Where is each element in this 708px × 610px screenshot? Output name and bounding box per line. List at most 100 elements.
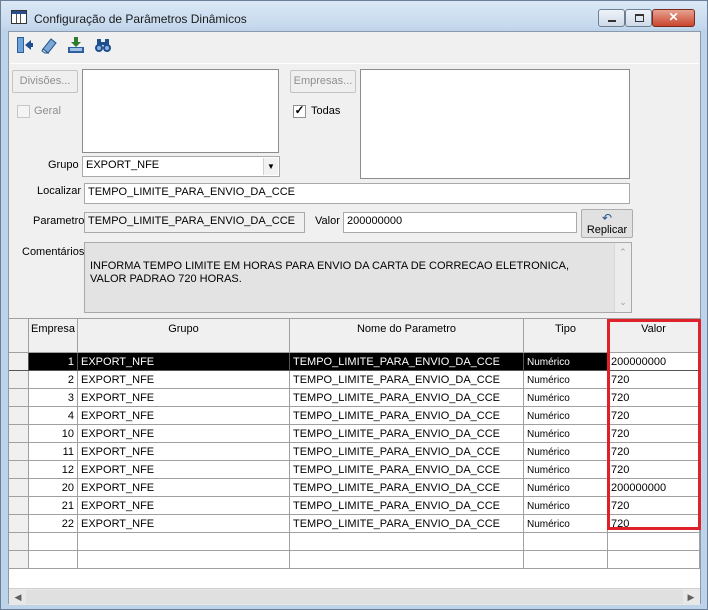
cell-grupo[interactable]: [78, 551, 290, 569]
cell-nome[interactable]: TEMPO_LIMITE_PARA_ENVIO_DA_CCE: [290, 443, 524, 461]
cell-nome[interactable]: [290, 551, 524, 569]
cell-empresa[interactable]: 2: [29, 371, 78, 389]
cell-empresa[interactable]: 12: [29, 461, 78, 479]
parametro-field: TEMPO_LIMITE_PARA_ENVIO_DA_CCE: [84, 212, 305, 233]
save-download-icon[interactable]: [64, 35, 88, 59]
cell-nome[interactable]: TEMPO_LIMITE_PARA_ENVIO_DA_CCE: [290, 425, 524, 443]
table-app-icon: [11, 10, 27, 24]
cell-empresa[interactable]: [29, 551, 78, 569]
table-row[interactable]: 20 EXPORT_NFE TEMPO_LIMITE_PARA_ENVIO_DA_C…: [9, 479, 700, 497]
cell-empresa[interactable]: 3: [29, 389, 78, 407]
cell-grupo[interactable]: [78, 533, 290, 551]
chevron-down-icon[interactable]: ▼: [263, 158, 278, 175]
cell-tipo[interactable]: Numérico: [524, 353, 608, 371]
cell-nome[interactable]: TEMPO_LIMITE_PARA_ENVIO_DA_CCE: [290, 371, 524, 389]
cell-grupo[interactable]: EXPORT_NFE: [78, 479, 290, 497]
cell-nome[interactable]: TEMPO_LIMITE_PARA_ENVIO_DA_CCE: [290, 497, 524, 515]
table-row[interactable]: 12 EXPORT_NFE TEMPO_LIMITE_PARA_ENVIO_DA_C…: [9, 461, 700, 479]
divisoes-button[interactable]: Divisões...: [12, 70, 78, 93]
maximize-button[interactable]: [625, 9, 652, 27]
table-row[interactable]: [9, 551, 700, 569]
cell-tipo[interactable]: Numérico: [524, 389, 608, 407]
scroll-down-icon[interactable]: ⌄: [615, 296, 631, 309]
cell-valor[interactable]: [608, 533, 700, 551]
grupo-combo[interactable]: EXPORT_NFE ▼: [82, 156, 280, 177]
valor-input[interactable]: 200000000: [343, 212, 577, 233]
table-row[interactable]: 22 EXPORT_NFE TEMPO_LIMITE_PARA_ENVIO_DA_C…: [9, 515, 700, 533]
cell-nome[interactable]: TEMPO_LIMITE_PARA_ENVIO_DA_CCE: [290, 461, 524, 479]
empresas-button[interactable]: Empresas...: [290, 70, 356, 93]
cell-grupo[interactable]: EXPORT_NFE: [78, 389, 290, 407]
cell-tipo[interactable]: Numérico: [524, 443, 608, 461]
empresas-list[interactable]: [360, 69, 630, 179]
divisoes-list[interactable]: [82, 69, 279, 153]
exit-door-icon[interactable]: [12, 35, 36, 59]
cell-tipo[interactable]: [524, 551, 608, 569]
cell-grupo[interactable]: EXPORT_NFE: [78, 371, 290, 389]
scroll-thumb[interactable]: [26, 590, 683, 604]
cell-nome[interactable]: TEMPO_LIMITE_PARA_ENVIO_DA_CCE: [290, 353, 524, 371]
cell-empresa[interactable]: 21: [29, 497, 78, 515]
cell-tipo[interactable]: Numérico: [524, 515, 608, 533]
scroll-left-icon[interactable]: ◀: [10, 590, 26, 604]
table-row[interactable]: 21 EXPORT_NFE TEMPO_LIMITE_PARA_ENVIO_DA_C…: [9, 497, 700, 515]
cell-empresa[interactable]: 1: [29, 353, 78, 371]
cell-nome[interactable]: TEMPO_LIMITE_PARA_ENVIO_DA_CCE: [290, 479, 524, 497]
table-row[interactable]: 3 EXPORT_NFE TEMPO_LIMITE_PARA_ENVIO_DA_CC…: [9, 389, 700, 407]
memo-scrollbar[interactable]: ⌃ ⌄: [614, 243, 631, 312]
column-header-grupo[interactable]: Grupo: [78, 319, 290, 353]
cell-tipo[interactable]: Numérico: [524, 479, 608, 497]
cell-empresa[interactable]: 22: [29, 515, 78, 533]
cell-grupo[interactable]: EXPORT_NFE: [78, 443, 290, 461]
table-row[interactable]: 10 EXPORT_NFE TEMPO_LIMITE_PARA_ENVIO_DA_C…: [9, 425, 700, 443]
cell-tipo[interactable]: Numérico: [524, 407, 608, 425]
scroll-up-icon[interactable]: ⌃: [615, 246, 631, 259]
todas-checkbox[interactable]: ✓: [293, 103, 306, 118]
cell-grupo[interactable]: EXPORT_NFE: [78, 407, 290, 425]
cell-nome[interactable]: TEMPO_LIMITE_PARA_ENVIO_DA_CCE: [290, 407, 524, 425]
horizontal-scrollbar[interactable]: ◀ ▶: [9, 588, 700, 605]
close-button[interactable]: ✕: [652, 9, 695, 27]
geral-checkbox[interactable]: [17, 105, 30, 118]
eraser-icon[interactable]: [37, 35, 61, 59]
binoculars-search-icon[interactable]: [91, 35, 115, 59]
title-bar[interactable]: Configuração de Parâmetros Dinâmicos ✕: [1, 1, 707, 29]
cell-grupo[interactable]: EXPORT_NFE: [78, 425, 290, 443]
parametros-grid[interactable]: Empresa Grupo Nome do Parametro Tipo Val…: [9, 318, 700, 605]
cell-grupo[interactable]: EXPORT_NFE: [78, 515, 290, 533]
cell-tipo[interactable]: [524, 533, 608, 551]
cell-valor[interactable]: [608, 551, 700, 569]
cell-tipo[interactable]: Numérico: [524, 371, 608, 389]
cell-empresa[interactable]: 10: [29, 425, 78, 443]
toolbar-separator: [10, 63, 699, 64]
column-header-tipo[interactable]: Tipo: [524, 319, 608, 353]
table-row[interactable]: [9, 533, 700, 551]
cell-grupo[interactable]: EXPORT_NFE: [78, 497, 290, 515]
row-indicator: [9, 425, 29, 443]
cell-grupo[interactable]: EXPORT_NFE: [78, 461, 290, 479]
cell-grupo[interactable]: EXPORT_NFE: [78, 353, 290, 371]
scroll-right-icon[interactable]: ▶: [683, 590, 699, 604]
row-indicator: [9, 353, 29, 371]
cell-tipo[interactable]: Numérico: [524, 497, 608, 515]
table-row[interactable]: 2 EXPORT_NFE TEMPO_LIMITE_PARA_ENVIO_DA_CC…: [9, 371, 700, 389]
cell-empresa[interactable]: [29, 533, 78, 551]
comentarios-memo[interactable]: INFORMA TEMPO LIMITE EM HORAS PARA ENVIO…: [84, 242, 632, 313]
minimize-button[interactable]: [598, 9, 625, 27]
cell-nome[interactable]: [290, 533, 524, 551]
cell-tipo[interactable]: Numérico: [524, 461, 608, 479]
cell-nome[interactable]: TEMPO_LIMITE_PARA_ENVIO_DA_CCE: [290, 389, 524, 407]
table-row[interactable]: 11 EXPORT_NFE TEMPO_LIMITE_PARA_ENVIO_DA_C…: [9, 443, 700, 461]
column-header-empresa[interactable]: Empresa: [29, 319, 78, 353]
grid-indicator-header: [9, 319, 29, 353]
replicar-button[interactable]: ↶ Replicar: [581, 209, 633, 238]
cell-empresa[interactable]: 20: [29, 479, 78, 497]
column-header-nome[interactable]: Nome do Parametro: [290, 319, 524, 353]
localizar-input[interactable]: TEMPO_LIMITE_PARA_ENVIO_DA_CCE: [84, 183, 630, 204]
cell-empresa[interactable]: 11: [29, 443, 78, 461]
cell-tipo[interactable]: Numérico: [524, 425, 608, 443]
table-row[interactable]: 1 EXPORT_NFE TEMPO_LIMITE_PARA_ENVIO_DA_CC…: [9, 353, 700, 371]
cell-nome[interactable]: TEMPO_LIMITE_PARA_ENVIO_DA_CCE: [290, 515, 524, 533]
table-row[interactable]: 4 EXPORT_NFE TEMPO_LIMITE_PARA_ENVIO_DA_CC…: [9, 407, 700, 425]
cell-empresa[interactable]: 4: [29, 407, 78, 425]
